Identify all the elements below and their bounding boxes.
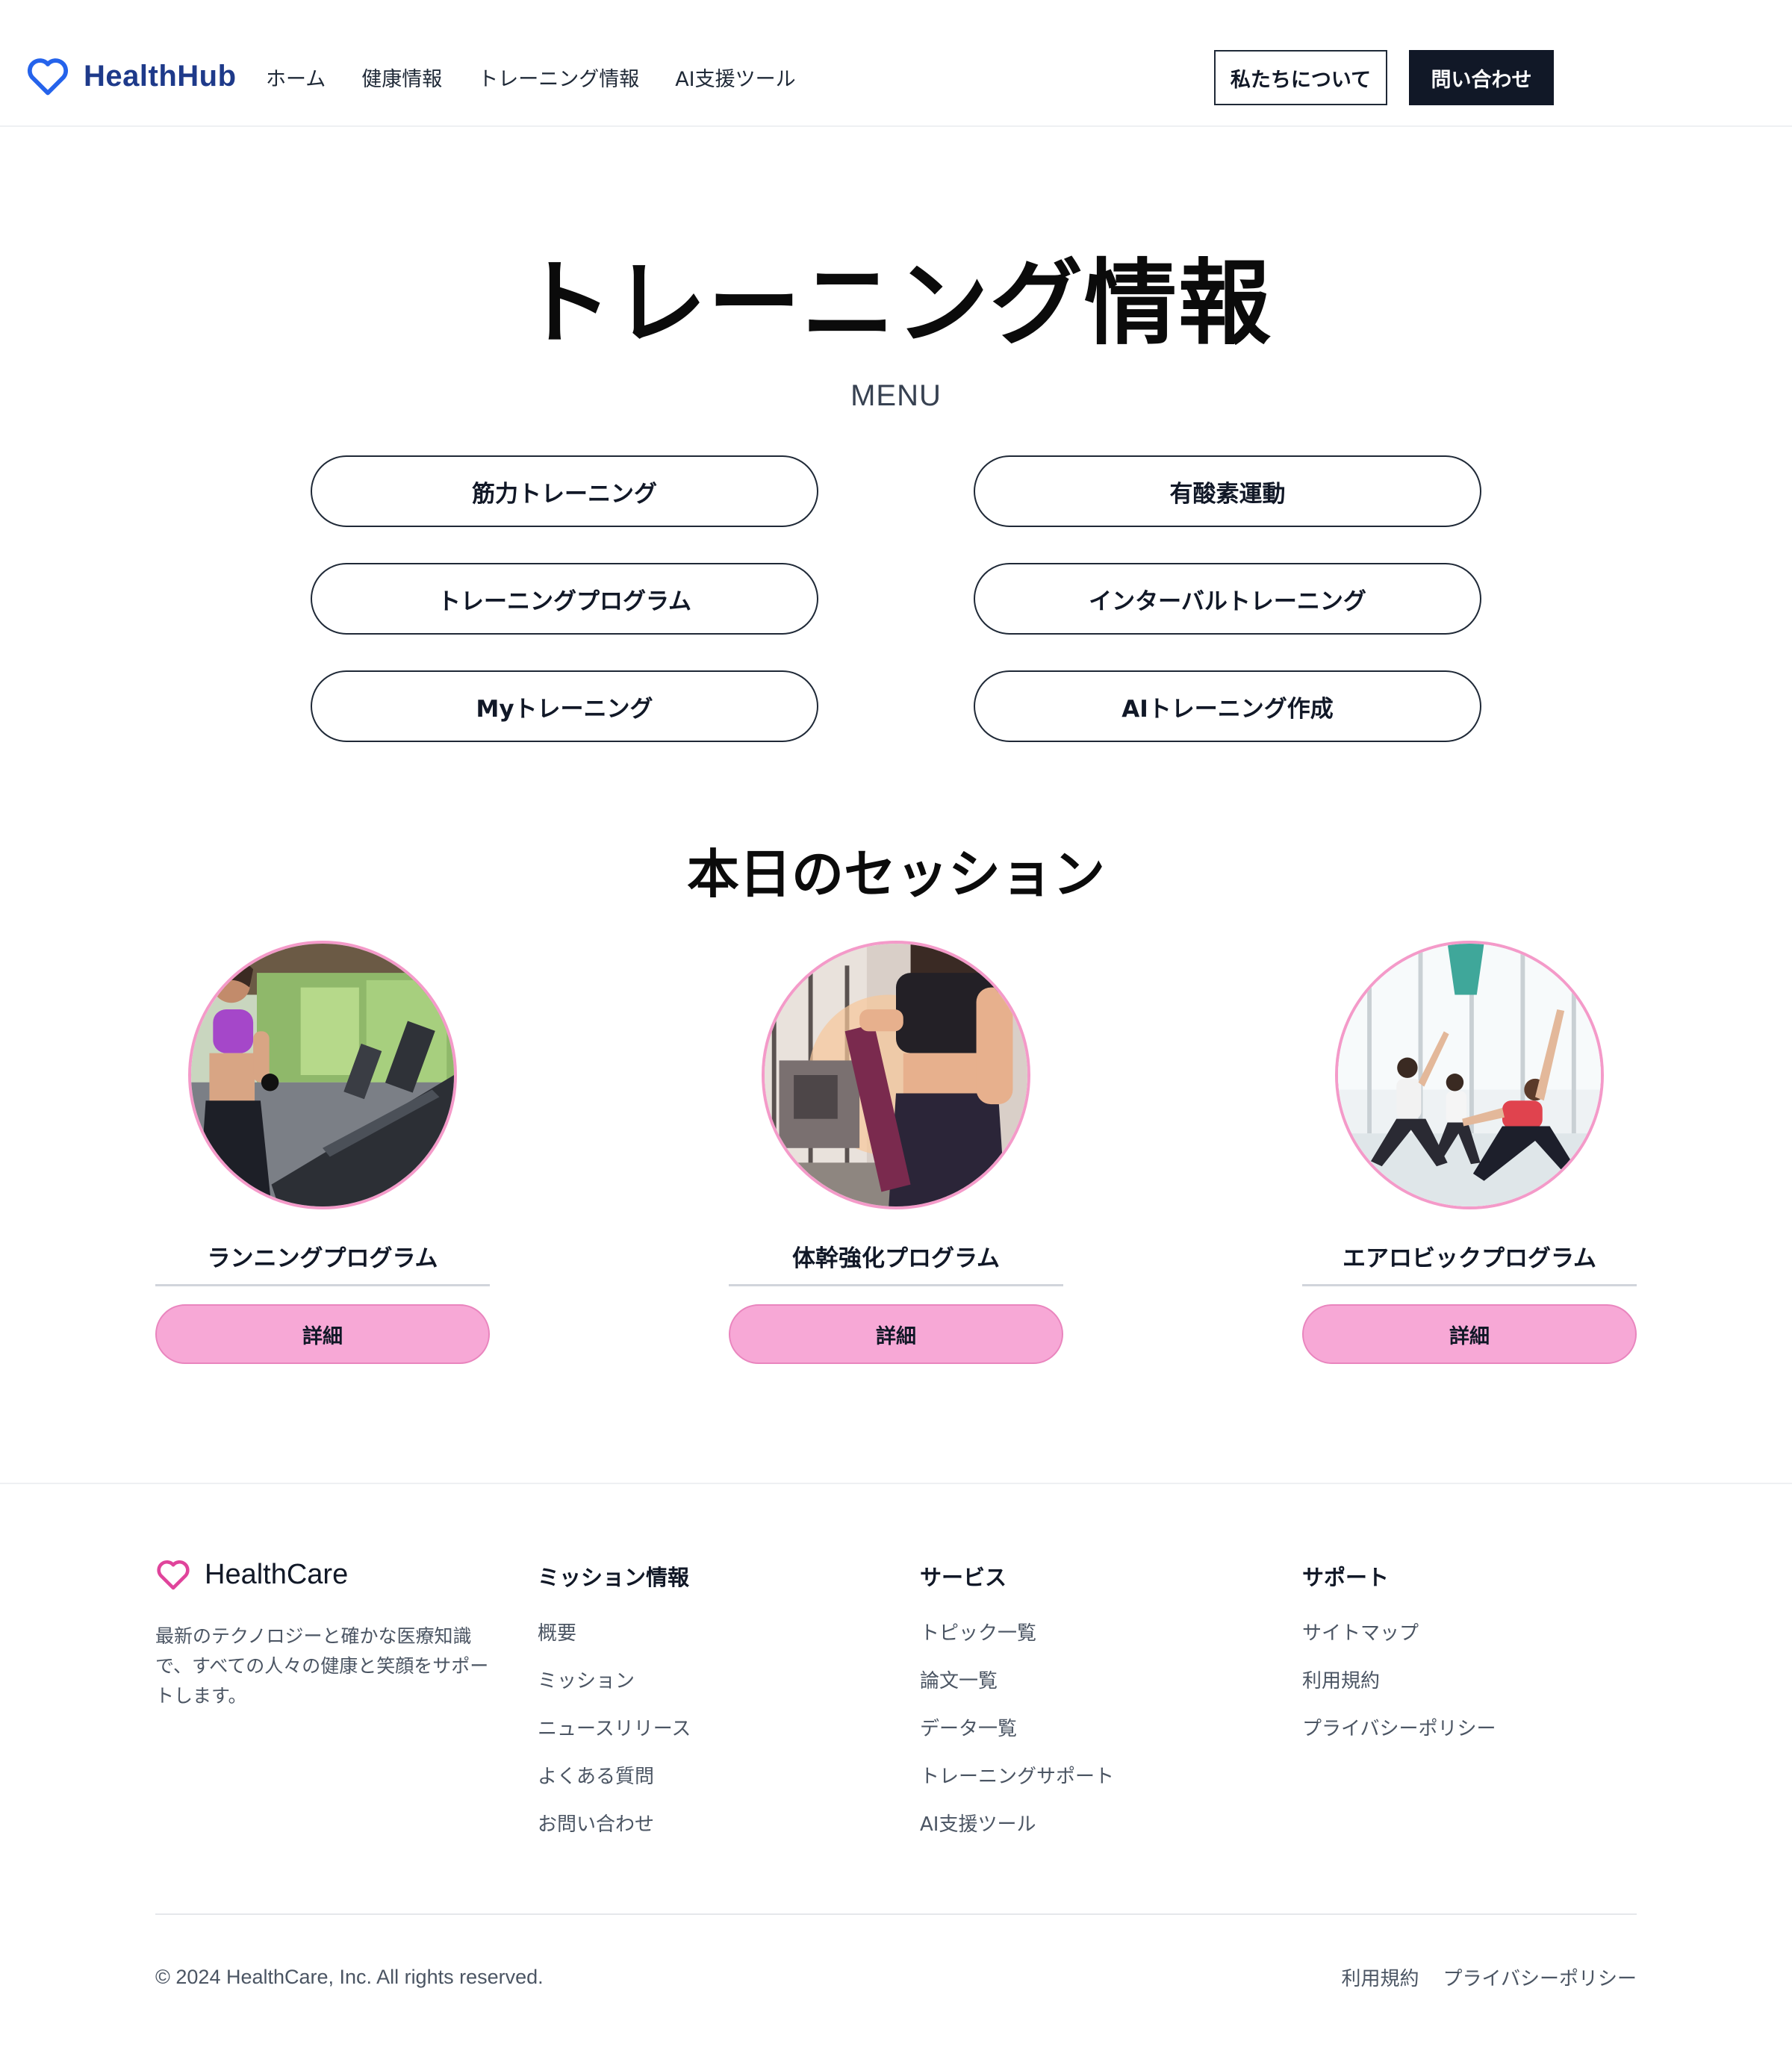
footer-link-data[interactable]: データ一覧 xyxy=(920,1716,1114,1763)
heart-icon xyxy=(27,58,69,96)
footer-column-mission: ミッション情報 概要 ミッション ニュースリリース よくある質問 お問い合わせ xyxy=(538,1560,691,1859)
footer-logo-text: HealthCare xyxy=(205,1558,349,1590)
footer-column-services: サービス トピック一覧 論文一覧 データ一覧 トレーニングサポート AI支援ツー… xyxy=(920,1560,1114,1859)
footer-column-support: サポート サイトマップ 利用規約 プライバシーポリシー xyxy=(1302,1560,1496,1763)
footer-column-title: サービス xyxy=(920,1565,1007,1590)
logo-text: HealthHub xyxy=(84,59,237,93)
main-nav: ホーム 健康情報 トレーニング情報 AI支援ツール xyxy=(266,63,796,92)
menu-strength-training[interactable]: 筋力トレーニング xyxy=(311,455,818,527)
nav-ai-tools[interactable]: AI支援ツール xyxy=(675,63,795,92)
footer-link-papers[interactable]: 論文一覧 xyxy=(920,1668,1114,1716)
session-detail-button[interactable]: 詳細 xyxy=(729,1304,1063,1364)
footer-bottom-divider xyxy=(155,1913,1637,1915)
session-title: 体幹強化プログラム xyxy=(791,1245,1001,1272)
footer-description: 最新のテクノロジーと確かな医療知識で、すべての人々の健康と笑顔をサポートします。 xyxy=(155,1625,489,1707)
footer-link-ai-tools[interactable]: AI支援ツール xyxy=(920,1811,1114,1859)
footer-bottom-links: 利用規約 プライバシーポリシー xyxy=(1342,1963,1637,1991)
nav-training-info[interactable]: トレーニング情報 xyxy=(478,63,639,92)
footer-logo[interactable]: HealthCare xyxy=(155,1557,348,1592)
session-title: ランニングプログラム xyxy=(207,1245,438,1272)
session-image-running xyxy=(188,941,457,1209)
footer-link-inquiry[interactable]: お問い合わせ xyxy=(538,1811,691,1859)
session-title: エアロビックプログラム xyxy=(1342,1245,1597,1272)
footer-link-training-support[interactable]: トレーニングサポート xyxy=(920,1763,1114,1811)
session-image-core xyxy=(762,941,1030,1209)
site-header: HealthHub ホーム 健康情報 トレーニング情報 AI支援ツール 私たちに… xyxy=(0,0,1792,127)
footer-column-title: ミッション情報 xyxy=(538,1565,690,1590)
page-title: トレーニング情報 xyxy=(519,250,1272,358)
bottom-link-terms[interactable]: 利用規約 xyxy=(1342,1963,1419,1991)
footer-link-topics[interactable]: トピック一覧 xyxy=(920,1620,1114,1668)
footer-link-terms[interactable]: 利用規約 xyxy=(1302,1668,1496,1716)
nav-health-info[interactable]: 健康情報 xyxy=(361,63,442,92)
session-detail-button[interactable]: 詳細 xyxy=(155,1304,490,1364)
menu-aerobic-exercise[interactable]: 有酸素運動 xyxy=(974,455,1481,527)
copyright-text: © 2024 HealthCare, Inc. All rights reser… xyxy=(155,1966,544,1988)
footer-link-overview[interactable]: 概要 xyxy=(538,1620,691,1668)
footer-link-privacy[interactable]: プライバシーポリシー xyxy=(1302,1716,1496,1763)
contact-button[interactable]: 問い合わせ xyxy=(1409,50,1554,105)
footer-link-sitemap[interactable]: サイトマップ xyxy=(1302,1620,1496,1668)
footer-column-title: サポート xyxy=(1302,1565,1390,1590)
session-detail-button[interactable]: 詳細 xyxy=(1302,1304,1637,1364)
menu-ai-training-create[interactable]: AIトレーニング作成 xyxy=(974,670,1481,742)
footer-link-mission[interactable]: ミッション xyxy=(538,1668,691,1716)
menu-training-program[interactable]: トレーニングプログラム xyxy=(311,563,818,635)
sessions-title: 本日のセッション xyxy=(687,844,1105,905)
site-logo[interactable]: HealthHub xyxy=(25,54,237,99)
footer-link-news[interactable]: ニュースリリース xyxy=(538,1716,691,1763)
divider xyxy=(1302,1284,1637,1286)
divider xyxy=(729,1284,1063,1286)
about-us-button[interactable]: 私たちについて xyxy=(1214,50,1387,105)
session-image-aerobic xyxy=(1335,941,1604,1209)
menu-interval-training[interactable]: インターバルトレーニング xyxy=(974,563,1481,635)
footer-link-faq[interactable]: よくある質問 xyxy=(538,1763,691,1811)
footer-divider xyxy=(0,1483,1792,1484)
menu-label: MENU xyxy=(850,379,942,412)
nav-home[interactable]: ホーム xyxy=(266,63,326,92)
divider xyxy=(155,1284,490,1286)
bottom-link-privacy[interactable]: プライバシーポリシー xyxy=(1443,1963,1637,1991)
heart-icon xyxy=(157,1560,190,1590)
menu-my-training[interactable]: Myトレーニング xyxy=(311,670,818,742)
